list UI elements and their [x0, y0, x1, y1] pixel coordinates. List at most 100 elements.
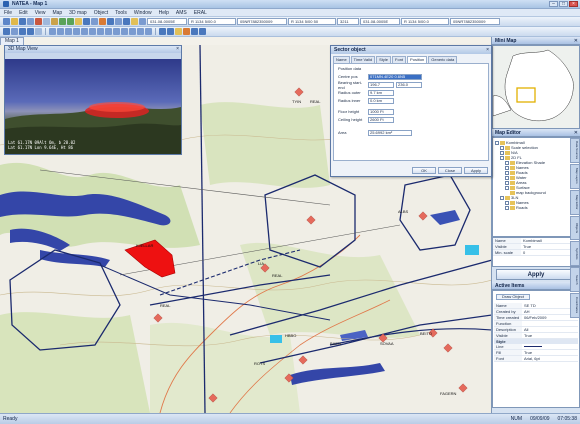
minimize-button[interactable]: – — [549, 1, 558, 7]
star-icon[interactable] — [131, 18, 138, 25]
maximize-button[interactable]: □ — [559, 1, 568, 7]
menu-map[interactable]: Map — [52, 10, 62, 16]
menu-tools[interactable]: Tools — [115, 10, 127, 16]
side-tab-map-editor[interactable]: Map Editor — [570, 189, 580, 215]
3d-view-header[interactable]: 3D Map View × — [5, 46, 181, 53]
editor-header[interactable]: Map Editor ✕ — [492, 129, 580, 137]
layer-up-icon[interactable] — [159, 28, 166, 35]
tab-time-valid[interactable]: Time Valid — [350, 56, 376, 63]
checkbox-icon[interactable] — [505, 160, 509, 165]
dialog-header[interactable]: Sector object × — [331, 46, 491, 54]
draw-object-button[interactable]: Draw Object — [496, 294, 530, 300]
menu-ams[interactable]: AMS — [176, 10, 187, 16]
undo-icon[interactable] — [59, 18, 66, 25]
menu-window[interactable]: Window — [134, 10, 152, 16]
menu-help[interactable]: Help — [159, 10, 169, 16]
delete-tool-icon[interactable] — [145, 28, 152, 35]
property-value[interactable]: True — [522, 333, 578, 338]
menu-file[interactable]: File — [4, 10, 12, 16]
checkbox-icon[interactable] — [505, 200, 509, 205]
text-tool-icon[interactable] — [81, 28, 88, 35]
ok-button[interactable]: OK — [412, 167, 436, 174]
checkbox-icon[interactable] — [505, 180, 509, 185]
checkbox-icon[interactable] — [500, 195, 504, 200]
checkbox-icon[interactable] — [505, 175, 509, 180]
symbol-tool-icon[interactable] — [89, 28, 96, 35]
copy-icon[interactable] — [43, 18, 50, 25]
overview-map[interactable] — [492, 45, 580, 129]
layer-tree[interactable]: Kombimall Scale selection N/A 2D FL Elev… — [492, 137, 580, 237]
menu-edit[interactable]: Edit — [19, 10, 28, 16]
centre-pos-field[interactable]: 071MN.4E20 0.6N5 — [368, 73, 422, 80]
save-icon[interactable] — [19, 18, 26, 25]
open-icon[interactable] — [11, 18, 18, 25]
checkbox-icon[interactable] — [505, 205, 509, 210]
apply-button[interactable]: Apply — [496, 269, 576, 280]
circle-tool-icon[interactable] — [65, 28, 72, 35]
3d-scene[interactable]: Lat 61.17N 09Alt Om, b 28.02 Lat 61.17N … — [5, 59, 181, 154]
side-tab-symbols[interactable]: Symbols — [570, 241, 580, 267]
close-button[interactable]: × — [569, 1, 578, 7]
bearing-end-field[interactable]: 236.0 — [396, 81, 422, 88]
layers-icon[interactable] — [83, 18, 90, 25]
select-icon[interactable] — [115, 18, 122, 25]
checkbox-icon[interactable] — [500, 145, 504, 150]
tab-map-1[interactable]: Map 1 — [0, 37, 24, 45]
overview-header[interactable]: Mini Map ✕ — [492, 37, 580, 45]
tab-position[interactable]: Position — [407, 56, 428, 63]
cyan-marker[interactable] — [465, 245, 479, 255]
redo-icon[interactable] — [67, 18, 74, 25]
measure-icon[interactable] — [99, 18, 106, 25]
menu-3d-map[interactable]: 3D map — [69, 10, 87, 16]
property-value[interactable] — [522, 321, 578, 326]
pan-icon[interactable] — [107, 18, 114, 25]
radius-inner-field[interactable]: 0.0 km — [368, 97, 394, 104]
bearing-start-field[interactable]: 196.7 — [368, 81, 394, 88]
cyan-marker[interactable] — [270, 335, 282, 343]
sector-object-dialog[interactable]: Sector object × Name Time Valid Style Fo… — [330, 45, 492, 177]
settings-icon[interactable] — [199, 28, 206, 35]
active-items-header[interactable]: Active Items ✕ — [492, 282, 580, 290]
ceiling-height-field[interactable]: 2600 Ft — [368, 116, 394, 123]
checkbox-icon[interactable] — [505, 185, 509, 190]
pin-icon[interactable]: ✕ — [574, 129, 578, 137]
property-value[interactable]: True — [522, 350, 578, 355]
3d-view-icon[interactable] — [191, 28, 198, 35]
tab-generic-data[interactable]: Generic data — [428, 56, 458, 63]
tab-style[interactable]: Style — [376, 56, 392, 63]
property-value[interactable]: All — [522, 327, 578, 332]
hand-icon[interactable] — [11, 28, 18, 35]
zoom-icon[interactable] — [91, 18, 98, 25]
new-icon[interactable] — [3, 18, 10, 25]
side-tab-map-layers[interactable]: Map Layers — [570, 163, 580, 189]
layer-down-icon[interactable] — [167, 28, 174, 35]
close-icon[interactable]: × — [486, 46, 489, 54]
arrow-icon[interactable] — [3, 28, 10, 35]
label-tool-icon[interactable] — [137, 28, 144, 35]
menu-eral[interactable]: ERAL — [194, 10, 207, 16]
checkbox-icon[interactable] — [505, 170, 509, 175]
menu-view[interactable]: View — [35, 10, 46, 16]
print-icon[interactable] — [27, 18, 34, 25]
point-tool-icon[interactable] — [121, 28, 128, 35]
side-tab-data-sources[interactable]: Data Sources — [570, 138, 580, 163]
corridor-tool-icon[interactable] — [129, 28, 136, 35]
3d-view-window[interactable]: 3D Map View × Lat 61.17N 09Alt Om, b 28.… — [4, 45, 182, 155]
route-tool-icon[interactable] — [113, 28, 120, 35]
side-tab-coordinates[interactable]: Coordinates — [570, 293, 580, 319]
side-tab-objects[interactable]: Objects — [570, 215, 580, 241]
sector-tool-icon[interactable] — [73, 28, 80, 35]
property-value[interactable]: Arial, 6pt — [522, 356, 578, 361]
grid-icon[interactable] — [139, 18, 146, 25]
checkbox-icon[interactable] — [495, 140, 499, 145]
close-icon[interactable]: × — [176, 46, 179, 53]
paste-icon[interactable] — [51, 18, 58, 25]
line-tool-icon[interactable] — [49, 28, 56, 35]
tree-item[interactable]: Roads — [495, 205, 577, 210]
side-tab-search[interactable]: Search — [570, 267, 580, 293]
highlight-icon[interactable] — [75, 18, 82, 25]
apply-dialog-button[interactable]: Apply — [464, 167, 488, 174]
property-value[interactable] — [522, 344, 578, 349]
pin-icon[interactable]: ✕ — [574, 37, 578, 45]
polygon-tool-icon[interactable] — [57, 28, 64, 35]
